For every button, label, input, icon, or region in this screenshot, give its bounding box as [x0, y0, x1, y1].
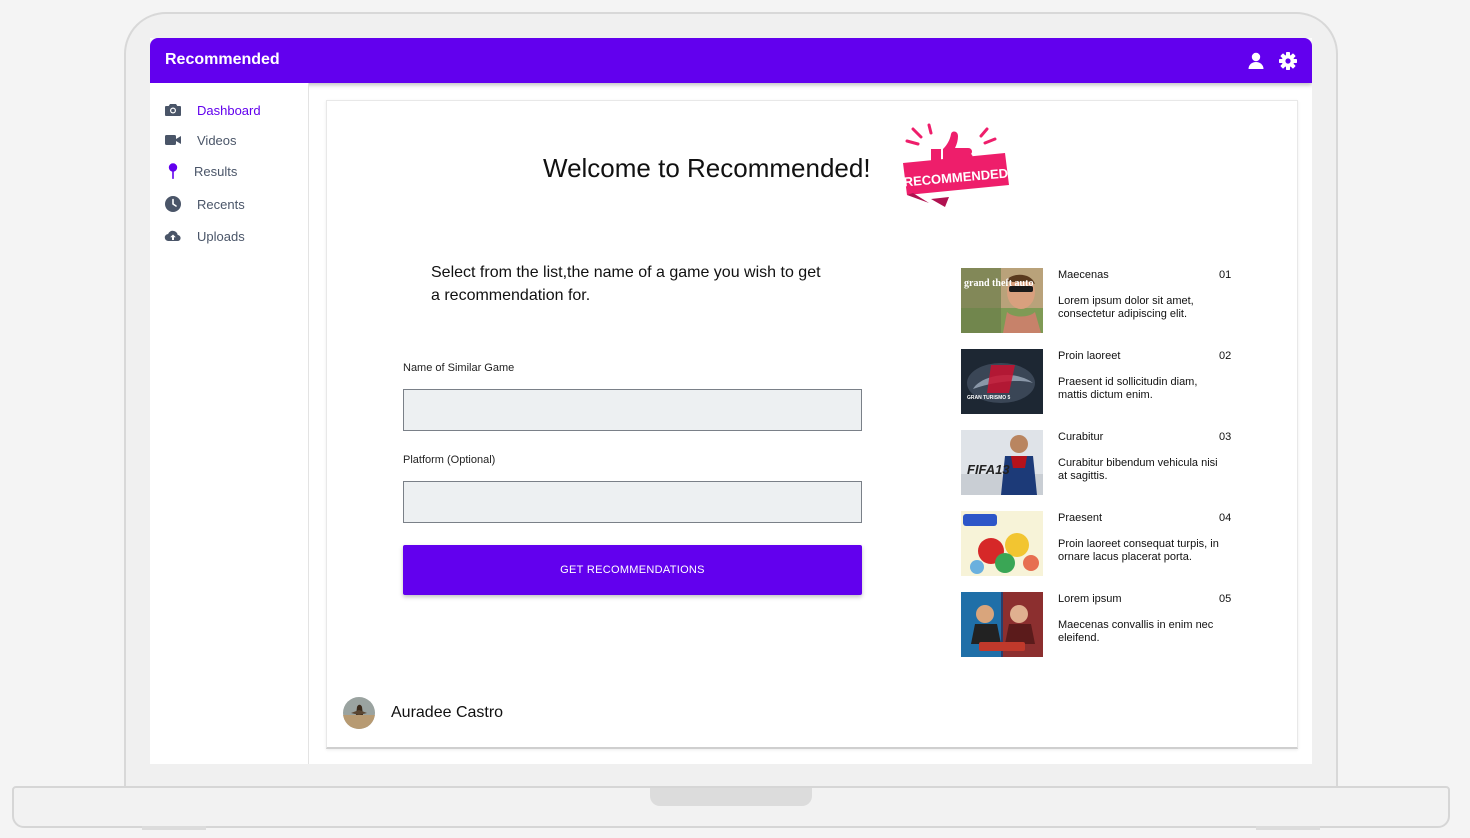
sidebar: Dashboard Videos Results Recents Uploads [150, 83, 309, 764]
main-card: Welcome to Recommended! RECOMMENDED Sele… [326, 100, 1298, 749]
user-name: Auradee Castro [391, 704, 504, 721]
app-bar: Recommended [150, 38, 1312, 83]
rec-number: 02 [1219, 350, 1232, 362]
sidebar-item-results[interactable]: Results [164, 159, 237, 183]
sidebar-item-label: Dashboard [197, 102, 261, 118]
cloud-upload-icon [164, 227, 182, 245]
laptop-notch [650, 788, 812, 806]
rec-number: 05 [1219, 593, 1232, 605]
instructions-text: Select from the list,the name of a game … [431, 264, 821, 304]
page-title: Welcome to Recommended! [543, 153, 871, 183]
recommended-badge: RECOMMENDED [901, 123, 1011, 209]
rec-number: 03 [1219, 431, 1232, 443]
game-thumbnail [961, 592, 1043, 657]
rec-number: 01 [1219, 269, 1232, 281]
rec-description: Proin laoreet consequat turpis, in ornar… [1058, 538, 1219, 563]
game-thumbnail: grand theft auto [961, 268, 1043, 333]
sidebar-item-label: Recents [197, 196, 245, 212]
list-item[interactable]: Praesent 04 Proin laoreet consequat turp… [961, 511, 1241, 577]
video-camera-icon [164, 131, 182, 149]
game-name-input[interactable] [403, 389, 862, 431]
avatar[interactable] [343, 697, 375, 729]
rec-description: Maecenas convallis in enim nec eleifend. [1058, 619, 1214, 644]
sidebar-item-recents[interactable]: Recents [164, 192, 245, 216]
get-recommendations-button[interactable]: GET RECOMMENDATIONS [403, 545, 862, 595]
sidebar-item-label: Videos [197, 132, 237, 148]
laptop-foot-left [142, 826, 206, 830]
sidebar-item-dashboard[interactable]: Dashboard [164, 98, 261, 122]
sidebar-item-videos[interactable]: Videos [164, 128, 237, 152]
user-icon[interactable] [1246, 51, 1266, 71]
rec-title: Proin laoreet [1058, 350, 1121, 362]
sidebar-item-uploads[interactable]: Uploads [164, 224, 245, 248]
list-item[interactable]: Lorem ipsum 05 Maecenas convallis in eni… [961, 592, 1241, 658]
rec-title: Curabitur [1058, 431, 1104, 443]
rec-description: Praesent id sollicitudin diam, mattis di… [1058, 376, 1198, 401]
rec-title: Lorem ipsum [1058, 593, 1122, 605]
platform-input[interactable] [403, 481, 862, 523]
rec-description: Curabitur bibendum vehicula nisi at sagi… [1058, 457, 1218, 482]
clock-icon [164, 195, 182, 213]
list-item[interactable]: FIFA13 Curabitur 03 Curabitur bibendum v… [961, 430, 1241, 496]
camera-icon [164, 101, 182, 119]
sidebar-item-label: Results [194, 163, 238, 179]
thumbnail-text: grand theft auto [964, 278, 1033, 289]
rec-title: Maecenas [1058, 269, 1109, 281]
rec-title: Praesent [1058, 512, 1103, 524]
map-pin-icon [164, 162, 182, 180]
laptop-foot-right [1256, 826, 1320, 830]
rec-number: 04 [1219, 512, 1232, 524]
thumbnail-text: GRAN TURISMO 5 [967, 395, 1011, 401]
app-screen: Recommended Dashboard Videos Results Rec… [150, 38, 1312, 764]
thumbnail-text: FIFA13 [967, 462, 1010, 477]
game-thumbnail: GRAN TURISMO 5 [961, 349, 1043, 414]
list-item[interactable]: GRAN TURISMO 5 Proin laoreet 02 Praesent… [961, 349, 1241, 415]
list-item[interactable]: grand theft auto Maecenas 01 Lorem ipsum… [961, 268, 1241, 334]
rec-description: Lorem ipsum dolor sit amet, consectetur … [1058, 295, 1194, 320]
game-thumbnail [961, 511, 1043, 576]
gear-icon[interactable] [1278, 51, 1298, 71]
app-title: Recommended [165, 51, 280, 68]
sidebar-item-label: Uploads [197, 228, 245, 244]
platform-label: Platform (Optional) [403, 454, 496, 466]
game-name-label: Name of Similar Game [403, 362, 515, 374]
game-thumbnail: FIFA13 [961, 430, 1043, 495]
